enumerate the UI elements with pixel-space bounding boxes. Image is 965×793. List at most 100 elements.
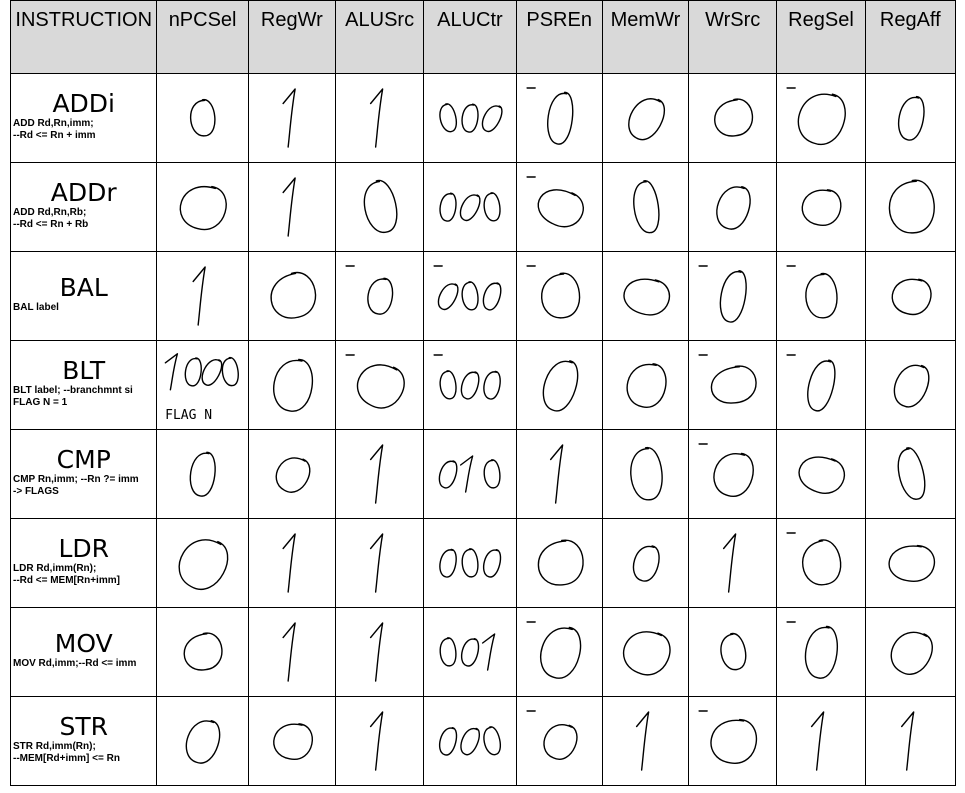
digit-one-stroke [900, 711, 915, 771]
digit-zero-stroke [542, 724, 578, 760]
handwritten-value [632, 545, 660, 582]
signal-cell-alusrc [334, 340, 425, 430]
signal-cell-memwr [601, 251, 690, 341]
signal-cell-alusrc [334, 607, 425, 697]
digit-zero-stroke [270, 271, 316, 319]
handwritten-value [525, 176, 584, 228]
signal-cell-regaff [864, 251, 957, 341]
table-row: CMP CMP Rn,imm; --Rn ?= imm -> FLAGS [9, 429, 957, 519]
instruction-name: ADDr [50, 177, 117, 207]
digit-zero-stroke [439, 192, 457, 222]
instruction-cell: ADDi ADD Rd,Rn,imm; --Rd <= Rn + imm [9, 73, 158, 163]
digit-zero-stroke [710, 365, 757, 404]
signal-cell-npcsel [156, 518, 249, 608]
digit-zero-stroke [627, 98, 665, 141]
handwritten-value [439, 726, 502, 756]
signal-cell-aluctr [423, 518, 517, 608]
handwritten-value [891, 278, 932, 316]
digit-zero-stroke [367, 277, 394, 315]
signal-cell-regwr [247, 73, 337, 163]
handwritten-value [888, 544, 935, 582]
handwritten-value [786, 354, 836, 412]
handwritten-value [282, 88, 296, 148]
digit-zero-stroke [439, 637, 457, 667]
handwritten-value [369, 622, 384, 682]
handwritten-value [627, 98, 665, 141]
signal-cell-npcsel [156, 696, 249, 786]
handwritten-value [623, 278, 670, 316]
digit-zero-stroke [891, 278, 932, 316]
signal-cell-npcsel [156, 607, 249, 697]
signal-cell-regsel [776, 429, 866, 519]
signal-cell-regwr [247, 696, 337, 786]
signal-cell-memwr [601, 429, 690, 519]
signal-cell-aluctr [423, 340, 517, 430]
table-row: BLT BLT label; --branchmnt si FLAG N = 1 F… [9, 340, 957, 430]
digit-zero-stroke [190, 99, 217, 137]
digit-zero-stroke [546, 91, 573, 145]
handwritten-value [897, 447, 926, 500]
header-row: INSTRUCTION nPCSel RegWr ALUSrc ALUCtr P… [9, 0, 957, 74]
signal-cell-memwr [601, 73, 690, 163]
handwritten-value [786, 87, 847, 146]
digit-zero-stroke [719, 269, 747, 323]
digit-zero-stroke [897, 447, 926, 500]
handwritten-value [525, 710, 578, 760]
signal-cell-regwr [247, 607, 337, 697]
handwritten-value [786, 532, 842, 586]
digit-zero-stroke [439, 548, 458, 578]
instruction-name: ADDi [52, 88, 115, 118]
digit-zero-stroke [542, 360, 578, 412]
instruction-cell: LDR LDR Rd,imm(Rn); --Rd <= MEM[Rn+imm] [9, 518, 158, 608]
col-header-psren: PSREn [515, 0, 603, 74]
signal-cell-regaff [864, 429, 957, 519]
instruction-note: ADD Rd,Rn,imm; --Rd <= Rn + imm [13, 117, 96, 141]
handwritten-value [439, 103, 503, 133]
col-header-aluctr: ALUCtr [423, 0, 517, 74]
handwritten-value [698, 354, 757, 404]
digit-zero-stroke [461, 281, 479, 311]
digit-zero-stroke [483, 192, 501, 222]
handwritten-value [369, 711, 384, 771]
digit-one-stroke [282, 622, 296, 682]
handwritten-value [890, 631, 933, 675]
instruction-name: MOV [54, 628, 113, 658]
digit-zero-stroke [460, 727, 481, 756]
digit-zero-stroke [714, 98, 754, 137]
col-header-wrsrc: WrSrc [688, 0, 778, 74]
handwritten-value [537, 539, 584, 586]
signal-cell-npcsel [156, 162, 249, 252]
handwritten-value [786, 265, 838, 319]
instruction-cell: BLT BLT label; --branchmnt si FLAG N = 1 [9, 340, 158, 430]
signal-cell-regaff [864, 518, 957, 608]
digit-one-stroke [811, 711, 825, 771]
instruction-note: LDR Rd,imm(Rn); --Rd <= MEM[Rn+imm] [13, 562, 120, 586]
signal-cell-memwr [601, 696, 690, 786]
handwritten-value [439, 192, 501, 222]
signal-cell-wrsrc [688, 696, 778, 786]
handwritten-value [629, 447, 663, 501]
signal-cell-regsel [776, 607, 866, 697]
handwritten-value [723, 533, 737, 593]
digit-zero-stroke [893, 364, 930, 408]
digit-zero-stroke [897, 95, 925, 141]
signal-cell-aluctr [423, 429, 517, 519]
digit-zero-stroke [438, 283, 459, 311]
signal-cell-psren [515, 251, 603, 341]
handwritten-value [439, 633, 496, 671]
signal-cell-wrsrc [688, 73, 778, 163]
instruction-cell: BAL BAL label [9, 251, 158, 341]
handwritten-value [720, 633, 747, 671]
instruction-note: CMP Rn,imm; --Rn ?= imm -> FLAGS [13, 473, 139, 497]
signal-cell-regsel [776, 162, 866, 252]
instruction-note: BLT label; --branchmnt si FLAG N = 1 [13, 384, 133, 408]
handwritten-value [433, 354, 502, 400]
handwritten-value [798, 456, 846, 494]
signal-cell-regaff [864, 73, 957, 163]
digit-zero-stroke [713, 452, 754, 497]
signal-cell-regsel [776, 340, 866, 430]
digit-one-stroke [282, 533, 296, 593]
signal-cell-memwr [601, 518, 690, 608]
signal-cell-npcsel [156, 73, 249, 163]
digit-zero-stroke [632, 545, 660, 582]
